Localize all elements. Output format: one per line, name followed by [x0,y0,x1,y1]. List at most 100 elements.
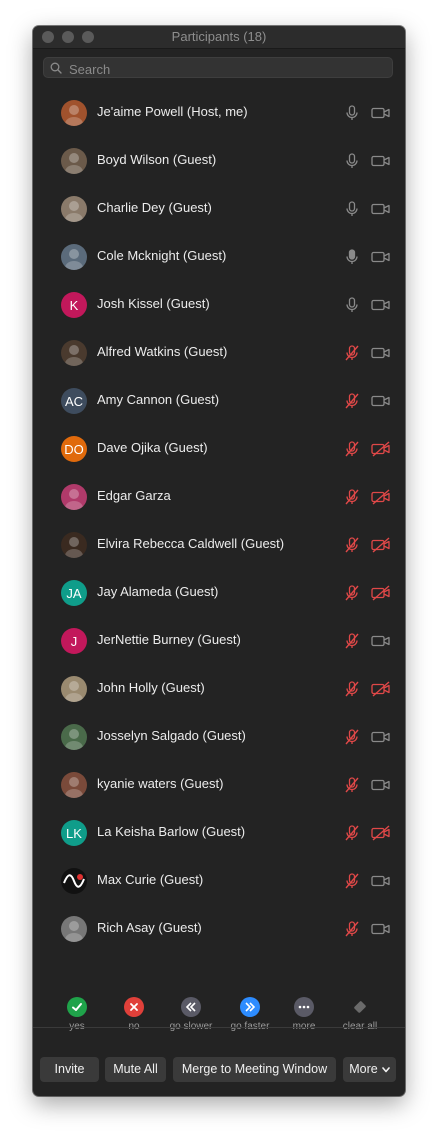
video-camera-icon[interactable] [370,392,392,410]
video-off-icon[interactable] [370,680,392,698]
participant-name: Alfred Watkins (Guest) [97,344,228,359]
participant-name: Rich Asay (Guest) [97,920,202,935]
mute-all-button[interactable]: Mute All [105,1057,166,1082]
more-button-label: More [349,1062,378,1076]
avatar [61,484,87,510]
video-camera-icon[interactable] [370,776,392,794]
microphone-icon[interactable] [342,199,362,219]
participant-name: kyanie waters (Guest) [97,776,224,791]
participant-name: Josselyn Salgado (Guest) [97,728,246,743]
participant-name: Jay Alameda (Guest) [97,584,219,599]
video-off-icon[interactable] [370,824,392,842]
video-off-icon[interactable] [370,440,392,458]
participant-row[interactable]: Elvira Rebecca Caldwell (Guest) [33,521,405,569]
video-camera-icon[interactable] [370,200,392,218]
video-off-icon[interactable] [370,488,392,506]
mic-muted-icon[interactable] [342,535,362,555]
mic-muted-icon[interactable] [342,391,362,411]
video-camera-icon[interactable] [370,632,392,650]
divider [33,1027,405,1028]
avatar [61,196,87,222]
window-title: Participants (18) [171,29,267,44]
microphone-icon[interactable] [342,151,362,171]
avatar [61,100,87,126]
participant-row[interactable]: kyanie waters (Guest) [33,761,405,809]
check-icon [67,997,87,1017]
avatar [61,676,87,702]
participant-row[interactable]: Josselyn Salgado (Guest) [33,713,405,761]
video-camera-icon[interactable] [370,920,392,938]
search-icon [50,62,62,74]
participant-name: Amy Cannon (Guest) [97,392,220,407]
fast-forward-icon [240,997,260,1017]
video-camera-icon[interactable] [370,872,392,890]
participant-row[interactable]: K Josh Kissel (Guest) [33,281,405,329]
participant-name: Charlie Dey (Guest) [97,200,212,215]
merge-to-meeting-window-button[interactable]: Merge to Meeting Window [173,1057,336,1082]
participant-name: Je'aime Powell (Host, me) [97,104,248,119]
microphone-icon[interactable] [342,295,362,315]
rewind-icon [181,997,201,1017]
participant-name: Dave Ojika (Guest) [97,440,208,455]
mic-muted-icon[interactable] [342,727,362,747]
microphone-icon[interactable] [342,247,362,267]
participant-row[interactable]: DO Dave Ojika (Guest) [33,425,405,473]
mic-muted-icon[interactable] [342,487,362,507]
mic-muted-icon[interactable] [342,343,362,363]
participant-row[interactable]: J JerNettie Burney (Guest) [33,617,405,665]
mic-muted-icon[interactable] [342,871,362,891]
participant-row[interactable]: Alfred Watkins (Guest) [33,329,405,377]
microphone-icon[interactable] [342,103,362,123]
mic-muted-icon[interactable] [342,919,362,939]
participant-row[interactable]: Max Curie (Guest) [33,857,405,905]
chevron-down-icon [382,1067,390,1073]
video-camera-icon[interactable] [370,296,392,314]
video-camera-icon[interactable] [370,344,392,362]
search-box[interactable] [43,57,393,78]
invite-button[interactable]: Invite [40,1057,99,1082]
participant-row[interactable]: Edgar Garza [33,473,405,521]
participant-name: Max Curie (Guest) [97,872,204,887]
participant-name: Josh Kissel (Guest) [97,296,210,311]
search-input[interactable] [67,60,386,78]
eraser-icon [350,997,370,1017]
avatar: AC [61,388,87,414]
mic-muted-icon[interactable] [342,679,362,699]
participant-row[interactable]: Boyd Wilson (Guest) [33,137,405,185]
participant-name: La Keisha Barlow (Guest) [97,824,246,839]
avatar [61,868,87,894]
participant-row[interactable]: Cole Mcknight (Guest) [33,233,405,281]
avatar [61,916,87,942]
participant-name: JerNettie Burney (Guest) [97,632,241,647]
participant-name: Edgar Garza [97,488,171,503]
participant-row[interactable]: JA Jay Alameda (Guest) [33,569,405,617]
avatar: K [61,292,87,318]
participants-window: Participants (18) Je'aime Powell (Host, … [33,26,405,1096]
avatar: DO [61,436,87,462]
participant-name: Boyd Wilson (Guest) [97,152,217,167]
participant-list: Je'aime Powell (Host, me) Boyd Wilson (G… [33,89,405,953]
mic-muted-icon[interactable] [342,439,362,459]
participant-row[interactable]: LK La Keisha Barlow (Guest) [33,809,405,857]
participant-name: John Holly (Guest) [97,680,205,695]
video-camera-icon[interactable] [370,728,392,746]
participant-row[interactable]: AC Amy Cannon (Guest) [33,377,405,425]
participant-row[interactable]: Rich Asay (Guest) [33,905,405,953]
mic-muted-icon[interactable] [342,823,362,843]
video-off-icon[interactable] [370,584,392,602]
title-bar[interactable]: Participants (18) [33,26,405,49]
participant-row[interactable]: Je'aime Powell (Host, me) [33,89,405,137]
video-camera-icon[interactable] [370,248,392,266]
participant-row[interactable]: John Holly (Guest) [33,665,405,713]
video-camera-icon[interactable] [370,152,392,170]
video-off-icon[interactable] [370,536,392,554]
video-camera-icon[interactable] [370,104,392,122]
mic-muted-icon[interactable] [342,775,362,795]
avatar: JA [61,580,87,606]
mic-muted-icon[interactable] [342,631,362,651]
mic-muted-icon[interactable] [342,583,362,603]
participant-row[interactable]: Charlie Dey (Guest) [33,185,405,233]
more-button[interactable]: More [343,1057,396,1082]
avatar [61,772,87,798]
participant-name: Cole Mcknight (Guest) [97,248,227,263]
